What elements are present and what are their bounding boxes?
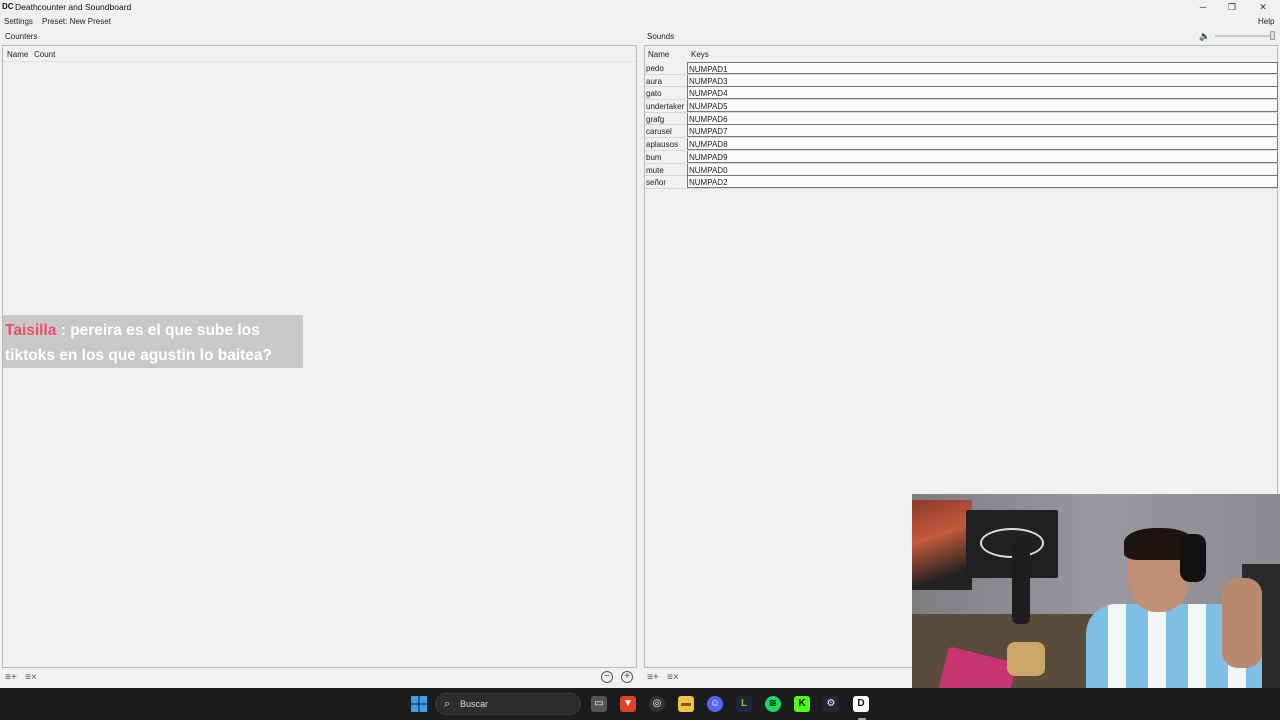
- webcam-poster: [912, 500, 972, 590]
- obs-icon[interactable]: ◎: [649, 696, 665, 712]
- webcam-person-arm: [1222, 578, 1262, 668]
- sound-key-field[interactable]: NUMPAD1: [687, 62, 1278, 74]
- webcam-bottle: [1012, 542, 1030, 624]
- chat-message-line2: tiktoks en los que agustin lo baitea?: [5, 347, 272, 364]
- taskbar-search-box[interactable]: ⌕ Buscar: [435, 693, 581, 715]
- kick-icon[interactable]: K: [794, 696, 810, 712]
- sound-name: carusel: [646, 127, 672, 137]
- table-row[interactable]: undertaker NUMPAD5: [645, 100, 1278, 113]
- table-row[interactable]: grafg NUMPAD6: [645, 112, 1278, 126]
- sounds-column-name[interactable]: Name: [648, 50, 669, 59]
- sound-key-field[interactable]: NUMPAD4: [687, 87, 1278, 100]
- taskbar: ⌕ Buscar ▭ ▼ ◎ ▬ ☺ L ≋ K ⚙ D: [0, 688, 1280, 720]
- volume-slider-thumb[interactable]: [1270, 31, 1275, 40]
- brave-browser-icon[interactable]: ▼: [620, 696, 636, 712]
- webcam-mate-cup: [1007, 642, 1045, 676]
- sound-key-field[interactable]: NUMPAD0: [687, 163, 1278, 176]
- menu-settings[interactable]: Settings: [4, 17, 33, 26]
- title-bar: DC Deathcounter and Soundboard ─ ❐ ✕: [0, 0, 1280, 15]
- chat-overlay: Taisilla : pereira es el que sube los ti…: [2, 315, 303, 368]
- volume-icon[interactable]: 🔈: [1199, 31, 1210, 42]
- increment-icon[interactable]: +: [621, 671, 633, 683]
- sound-key-field[interactable]: NUMPAD5: [687, 100, 1278, 113]
- sound-name: mute: [646, 165, 664, 175]
- sound-key-field[interactable]: NUMPAD3: [687, 74, 1278, 87]
- webcam-headset: [1180, 534, 1206, 582]
- menu-help[interactable]: Help: [1258, 17, 1274, 26]
- sound-name: pedo: [646, 64, 664, 73]
- menu-bar: Settings Preset: New Preset Help: [0, 15, 1280, 28]
- sound-name: bum: [646, 152, 662, 162]
- restore-button[interactable]: ❐: [1217, 0, 1247, 15]
- sounds-table: pedo NUMPAD1 aura NUMPAD3 gato NUMPAD4 unde…: [645, 62, 1278, 189]
- table-row[interactable]: pedo NUMPAD1: [645, 62, 1278, 75]
- clear-counters-icon[interactable]: ≡×: [24, 672, 38, 684]
- windows-start-icon[interactable]: [411, 696, 427, 712]
- table-row[interactable]: aplausos NUMPAD8: [645, 138, 1278, 151]
- table-row[interactable]: aura NUMPAD3: [645, 74, 1278, 88]
- minimize-button[interactable]: ─: [1188, 0, 1218, 15]
- add-sound-icon[interactable]: ≡+: [646, 672, 660, 684]
- sound-key-field[interactable]: NUMPAD8: [687, 138, 1278, 151]
- sounds-panel-label: Sounds: [647, 32, 675, 41]
- counters-column-count[interactable]: Count: [34, 50, 55, 59]
- sound-key-field[interactable]: NUMPAD2: [687, 176, 1278, 189]
- webcam-feed: [912, 494, 1280, 720]
- volume-slider-track[interactable]: [1215, 35, 1275, 37]
- sound-name: señor: [646, 178, 667, 188]
- decrement-icon[interactable]: −: [601, 671, 613, 683]
- table-row[interactable]: bum NUMPAD9: [645, 150, 1278, 164]
- app-logo-icon: DC: [2, 2, 14, 11]
- sound-key-field[interactable]: NUMPAD6: [687, 112, 1278, 125]
- clear-sounds-icon[interactable]: ≡×: [666, 672, 680, 684]
- table-row[interactable]: carusel NUMPAD7: [645, 125, 1278, 139]
- file-explorer-icon[interactable]: ▬: [678, 696, 694, 712]
- sound-name: grafg: [646, 114, 665, 124]
- sound-name: aura: [646, 76, 663, 86]
- counters-column-name[interactable]: Name: [7, 50, 28, 59]
- deathcounter-app-icon[interactable]: D: [853, 696, 869, 712]
- menu-preset[interactable]: Preset: New Preset: [42, 17, 111, 26]
- sound-key-field[interactable]: NUMPAD9: [687, 150, 1278, 163]
- table-row[interactable]: gato NUMPAD4: [645, 87, 1278, 101]
- sound-name: undertaker: [646, 102, 685, 112]
- steam-icon[interactable]: ⚙: [823, 696, 839, 712]
- close-button[interactable]: ✕: [1248, 0, 1278, 15]
- chat-message-line1: pereira es el que sube los: [70, 322, 260, 339]
- taskbar-search-placeholder: Buscar: [460, 699, 489, 709]
- sound-key-field[interactable]: NUMPAD7: [687, 125, 1278, 138]
- task-view-icon[interactable]: ▭: [591, 696, 607, 712]
- discord-icon[interactable]: ☺: [707, 696, 723, 712]
- chat-separator: :: [56, 322, 71, 339]
- league-client-icon[interactable]: L: [736, 696, 752, 712]
- sound-name: aplausos: [646, 140, 679, 150]
- sound-name: gato: [646, 89, 662, 99]
- table-row[interactable]: mute NUMPAD0: [645, 163, 1278, 177]
- counters-panel-label: Counters: [5, 32, 38, 41]
- add-counter-icon[interactable]: ≡+: [4, 672, 18, 684]
- search-icon: ⌕: [444, 698, 451, 710]
- window-title: Deathcounter and Soundboard: [15, 2, 132, 12]
- counters-header-divider: [3, 61, 636, 62]
- table-row[interactable]: señor NUMPAD2: [645, 176, 1278, 189]
- sounds-column-keys[interactable]: Keys: [691, 50, 709, 59]
- spotify-icon[interactable]: ≋: [765, 696, 781, 712]
- chat-username: Taisilla: [5, 322, 57, 339]
